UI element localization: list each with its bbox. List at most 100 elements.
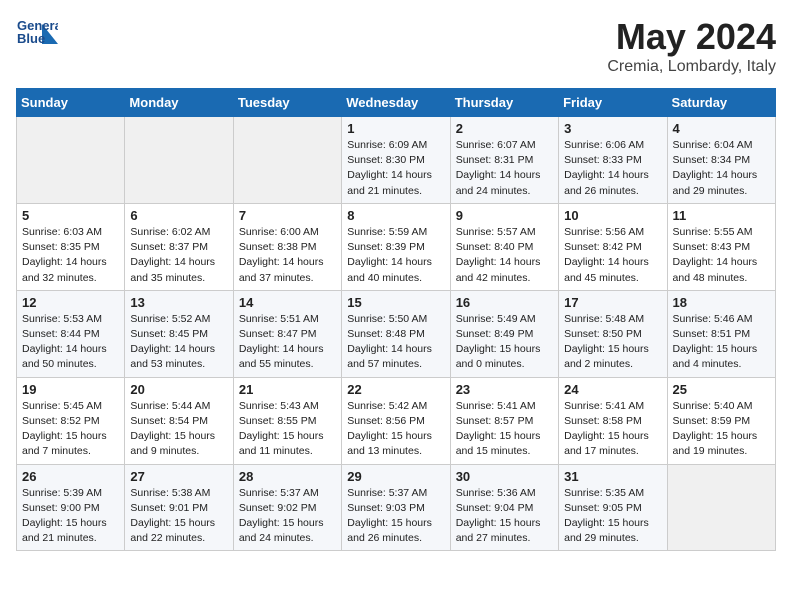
day-number: 25 <box>673 382 770 397</box>
day-number: 23 <box>456 382 553 397</box>
calendar-cell: 1 Sunrise: 6:09 AMSunset: 8:30 PMDaylight… <box>342 117 450 204</box>
day-info: Sunrise: 5:44 AMSunset: 8:54 PMDaylight:… <box>130 399 227 460</box>
day-info: Sunrise: 5:55 AMSunset: 8:43 PMDaylight:… <box>673 225 770 286</box>
logo-icon: General Blue <box>16 16 58 58</box>
day-number: 1 <box>347 121 444 136</box>
day-info: Sunrise: 6:09 AMSunset: 8:30 PMDaylight:… <box>347 138 444 199</box>
calendar-cell: 21Sunrise: 5:43 AMSunset: 8:55 PMDayligh… <box>233 377 341 464</box>
calendar-cell: 12Sunrise: 5:53 AMSunset: 8:44 PMDayligh… <box>17 290 125 377</box>
weekday-header-monday: Monday <box>125 89 233 117</box>
calendar-cell: 17 Sunrise: 5:48 AMSunset: 8:50 PMDayligh… <box>559 290 667 377</box>
day-info: Sunrise: 5:45 AMSunset: 8:52 PMDaylight:… <box>22 399 119 460</box>
weekday-header-wednesday: Wednesday <box>342 89 450 117</box>
day-info: Sunrise: 5:42 AMSunset: 8:56 PMDaylight:… <box>347 399 444 460</box>
day-number: 15 <box>347 295 444 310</box>
calendar-cell: 25 Sunrise: 5:40 AMSunset: 8:59 PMDayligh… <box>667 377 775 464</box>
title-block: May 2024 Cremia, Lombardy, Italy <box>607 16 776 76</box>
day-info: Sunrise: 5:48 AMSunset: 8:50 PMDaylight:… <box>564 312 661 373</box>
day-info: Sunrise: 5:43 AMSunset: 8:55 PMDaylight:… <box>239 399 336 460</box>
day-info: Sunrise: 5:38 AMSunset: 9:01 PMDaylight:… <box>130 486 227 547</box>
calendar-cell: 22 Sunrise: 5:42 AMSunset: 8:56 PMDayligh… <box>342 377 450 464</box>
day-info: Sunrise: 5:56 AMSunset: 8:42 PMDaylight:… <box>564 225 661 286</box>
month-title: May 2024 <box>607 16 776 58</box>
day-info: Sunrise: 5:36 AMSunset: 9:04 PMDaylight:… <box>456 486 553 547</box>
calendar-cell: 14 Sunrise: 5:51 AMSunset: 8:47 PMDayligh… <box>233 290 341 377</box>
day-number: 7 <box>239 208 336 223</box>
day-info: Sunrise: 5:40 AMSunset: 8:59 PMDaylight:… <box>673 399 770 460</box>
day-number: 22 <box>347 382 444 397</box>
calendar-cell: 10 Sunrise: 5:56 AMSunset: 8:42 PMDayligh… <box>559 203 667 290</box>
calendar-week-row: 19 Sunrise: 5:45 AMSunset: 8:52 PMDayligh… <box>17 377 776 464</box>
day-info: Sunrise: 5:50 AMSunset: 8:48 PMDaylight:… <box>347 312 444 373</box>
calendar-cell: 31 Sunrise: 5:35 AMSunset: 9:05 PMDayligh… <box>559 464 667 551</box>
day-number: 17 <box>564 295 661 310</box>
day-number: 4 <box>673 121 770 136</box>
day-info: Sunrise: 6:02 AMSunset: 8:37 PMDaylight:… <box>130 225 227 286</box>
calendar-cell <box>233 117 341 204</box>
calendar-cell <box>17 117 125 204</box>
calendar-cell: 27 Sunrise: 5:38 AMSunset: 9:01 PMDayligh… <box>125 464 233 551</box>
day-number: 10 <box>564 208 661 223</box>
calendar-cell: 28 Sunrise: 5:37 AMSunset: 9:02 PMDayligh… <box>233 464 341 551</box>
calendar-cell <box>125 117 233 204</box>
day-number: 2 <box>456 121 553 136</box>
calendar-cell: 23 Sunrise: 5:41 AMSunset: 8:57 PMDayligh… <box>450 377 558 464</box>
day-info: Sunrise: 5:46 AMSunset: 8:51 PMDaylight:… <box>673 312 770 373</box>
day-info: Sunrise: 6:00 AMSunset: 8:38 PMDaylight:… <box>239 225 336 286</box>
day-info: Sunrise: 5:37 AMSunset: 9:03 PMDaylight:… <box>347 486 444 547</box>
day-info: Sunrise: 5:59 AMSunset: 8:39 PMDaylight:… <box>347 225 444 286</box>
day-number: 16 <box>456 295 553 310</box>
weekday-header-saturday: Saturday <box>667 89 775 117</box>
calendar-week-row: 1 Sunrise: 6:09 AMSunset: 8:30 PMDaylight… <box>17 117 776 204</box>
day-info: Sunrise: 6:04 AMSunset: 8:34 PMDaylight:… <box>673 138 770 199</box>
page-header: General Blue May 2024 Cremia, Lombardy, … <box>16 16 776 76</box>
day-number: 18 <box>673 295 770 310</box>
day-info: Sunrise: 6:07 AMSunset: 8:31 PMDaylight:… <box>456 138 553 199</box>
day-number: 30 <box>456 469 553 484</box>
svg-text:Blue: Blue <box>17 31 45 46</box>
calendar-week-row: 12Sunrise: 5:53 AMSunset: 8:44 PMDayligh… <box>17 290 776 377</box>
calendar-week-row: 5Sunrise: 6:03 AMSunset: 8:35 PMDaylight… <box>17 203 776 290</box>
calendar-cell: 9Sunrise: 5:57 AMSunset: 8:40 PMDaylight… <box>450 203 558 290</box>
weekday-header-tuesday: Tuesday <box>233 89 341 117</box>
calendar-cell: 20Sunrise: 5:44 AMSunset: 8:54 PMDayligh… <box>125 377 233 464</box>
day-info: Sunrise: 5:53 AMSunset: 8:44 PMDaylight:… <box>22 312 119 373</box>
day-number: 11 <box>673 208 770 223</box>
calendar-cell: 26Sunrise: 5:39 AMSunset: 9:00 PMDayligh… <box>17 464 125 551</box>
calendar-cell: 8 Sunrise: 5:59 AMSunset: 8:39 PMDaylight… <box>342 203 450 290</box>
calendar-cell: 11 Sunrise: 5:55 AMSunset: 8:43 PMDayligh… <box>667 203 775 290</box>
weekday-header-sunday: Sunday <box>17 89 125 117</box>
calendar-cell: 6 Sunrise: 6:02 AMSunset: 8:37 PMDaylight… <box>125 203 233 290</box>
day-number: 13 <box>130 295 227 310</box>
day-number: 28 <box>239 469 336 484</box>
day-info: Sunrise: 5:39 AMSunset: 9:00 PMDaylight:… <box>22 486 119 547</box>
calendar-cell: 16Sunrise: 5:49 AMSunset: 8:49 PMDayligh… <box>450 290 558 377</box>
day-number: 27 <box>130 469 227 484</box>
calendar-cell: 5Sunrise: 6:03 AMSunset: 8:35 PMDaylight… <box>17 203 125 290</box>
day-info: Sunrise: 6:06 AMSunset: 8:33 PMDaylight:… <box>564 138 661 199</box>
day-number: 19 <box>22 382 119 397</box>
day-number: 14 <box>239 295 336 310</box>
calendar-cell <box>667 464 775 551</box>
day-number: 24 <box>564 382 661 397</box>
day-info: Sunrise: 5:57 AMSunset: 8:40 PMDaylight:… <box>456 225 553 286</box>
calendar-cell: 7 Sunrise: 6:00 AMSunset: 8:38 PMDaylight… <box>233 203 341 290</box>
logo: General Blue <box>16 16 58 58</box>
calendar-cell: 3Sunrise: 6:06 AMSunset: 8:33 PMDaylight… <box>559 117 667 204</box>
day-info: Sunrise: 5:35 AMSunset: 9:05 PMDaylight:… <box>564 486 661 547</box>
calendar-cell: 15 Sunrise: 5:50 AMSunset: 8:48 PMDayligh… <box>342 290 450 377</box>
calendar-cell: 29Sunrise: 5:37 AMSunset: 9:03 PMDayligh… <box>342 464 450 551</box>
calendar-cell: 4 Sunrise: 6:04 AMSunset: 8:34 PMDaylight… <box>667 117 775 204</box>
day-number: 31 <box>564 469 661 484</box>
day-info: Sunrise: 5:52 AMSunset: 8:45 PMDaylight:… <box>130 312 227 373</box>
weekday-header-friday: Friday <box>559 89 667 117</box>
day-info: Sunrise: 5:37 AMSunset: 9:02 PMDaylight:… <box>239 486 336 547</box>
day-info: Sunrise: 6:03 AMSunset: 8:35 PMDaylight:… <box>22 225 119 286</box>
day-info: Sunrise: 5:41 AMSunset: 8:57 PMDaylight:… <box>456 399 553 460</box>
calendar-cell: 30 Sunrise: 5:36 AMSunset: 9:04 PMDayligh… <box>450 464 558 551</box>
calendar-table: SundayMondayTuesdayWednesdayThursdayFrid… <box>16 88 776 551</box>
day-number: 8 <box>347 208 444 223</box>
day-number: 6 <box>130 208 227 223</box>
day-info: Sunrise: 5:51 AMSunset: 8:47 PMDaylight:… <box>239 312 336 373</box>
calendar-cell: 19 Sunrise: 5:45 AMSunset: 8:52 PMDayligh… <box>17 377 125 464</box>
